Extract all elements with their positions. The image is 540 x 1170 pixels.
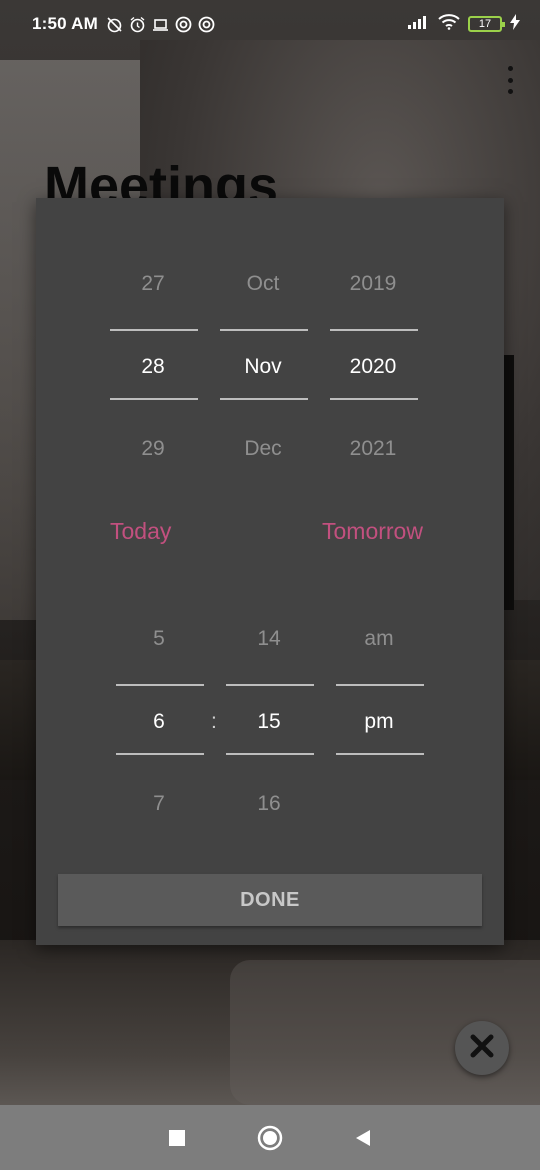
- laptop-icon: [152, 16, 169, 33]
- day-selected[interactable]: 28: [108, 355, 198, 379]
- hour-selected[interactable]: 6: [114, 710, 204, 734]
- month-next[interactable]: Dec: [218, 437, 308, 461]
- selection-divider: [110, 329, 198, 331]
- month-selected[interactable]: Nov: [218, 355, 308, 379]
- wifi-icon: [438, 13, 460, 35]
- today-button[interactable]: Today: [110, 518, 171, 545]
- date-time-picker-dialog: 27 28 29 Oct Nov Dec 2019 2020 2021 Toda…: [36, 198, 504, 945]
- month-prev[interactable]: Oct: [218, 272, 308, 296]
- selection-divider: [110, 398, 198, 400]
- alarm-icon: [129, 16, 146, 33]
- sync-circle-icon: [198, 16, 215, 33]
- page-title: Meetings: [44, 156, 279, 198]
- tomorrow-button[interactable]: Tomorrow: [322, 518, 423, 545]
- ampm-selected[interactable]: pm: [334, 710, 424, 734]
- minute-selected[interactable]: 15: [224, 710, 314, 734]
- selection-divider: [220, 329, 308, 331]
- signal-icon: [408, 15, 430, 34]
- hour-prev[interactable]: 5: [114, 627, 204, 651]
- overflow-menu-icon[interactable]: [500, 66, 520, 94]
- done-button[interactable]: DONE: [58, 874, 482, 926]
- hour-next[interactable]: 7: [114, 792, 204, 816]
- time-separator: :: [211, 710, 217, 733]
- status-notification-icons: [106, 16, 215, 33]
- minute-prev[interactable]: 14: [224, 627, 314, 651]
- close-fab[interactable]: [455, 1021, 509, 1075]
- day-next[interactable]: 29: [108, 437, 198, 461]
- selection-divider: [116, 753, 204, 755]
- charging-icon: [510, 13, 520, 35]
- ampm-prev[interactable]: am: [334, 627, 424, 651]
- status-system-icons: 17: [408, 13, 520, 35]
- selection-divider: [330, 398, 418, 400]
- year-prev[interactable]: 2019: [328, 272, 418, 296]
- status-time: 1:50 AM: [32, 14, 98, 33]
- recents-icon[interactable]: [162, 1123, 192, 1153]
- selection-divider: [336, 684, 424, 686]
- battery-icon: 17: [468, 16, 505, 32]
- minute-next[interactable]: 16: [224, 792, 314, 816]
- sync-circle-icon: [175, 16, 192, 33]
- selection-divider: [330, 329, 418, 331]
- alarm-off-icon: [106, 16, 123, 33]
- system-nav-bar: [0, 1105, 540, 1170]
- year-selected[interactable]: 2020: [328, 355, 418, 379]
- day-prev[interactable]: 27: [108, 272, 198, 296]
- home-icon[interactable]: [255, 1123, 285, 1153]
- back-icon[interactable]: [348, 1123, 378, 1153]
- selection-divider: [336, 753, 424, 755]
- selection-divider: [220, 398, 308, 400]
- selection-divider: [116, 684, 204, 686]
- selection-divider: [226, 684, 314, 686]
- close-icon: [469, 1033, 495, 1064]
- selection-divider: [226, 753, 314, 755]
- status-bar: 1:50 AM 17: [0, 0, 540, 48]
- year-next[interactable]: 2021: [328, 437, 418, 461]
